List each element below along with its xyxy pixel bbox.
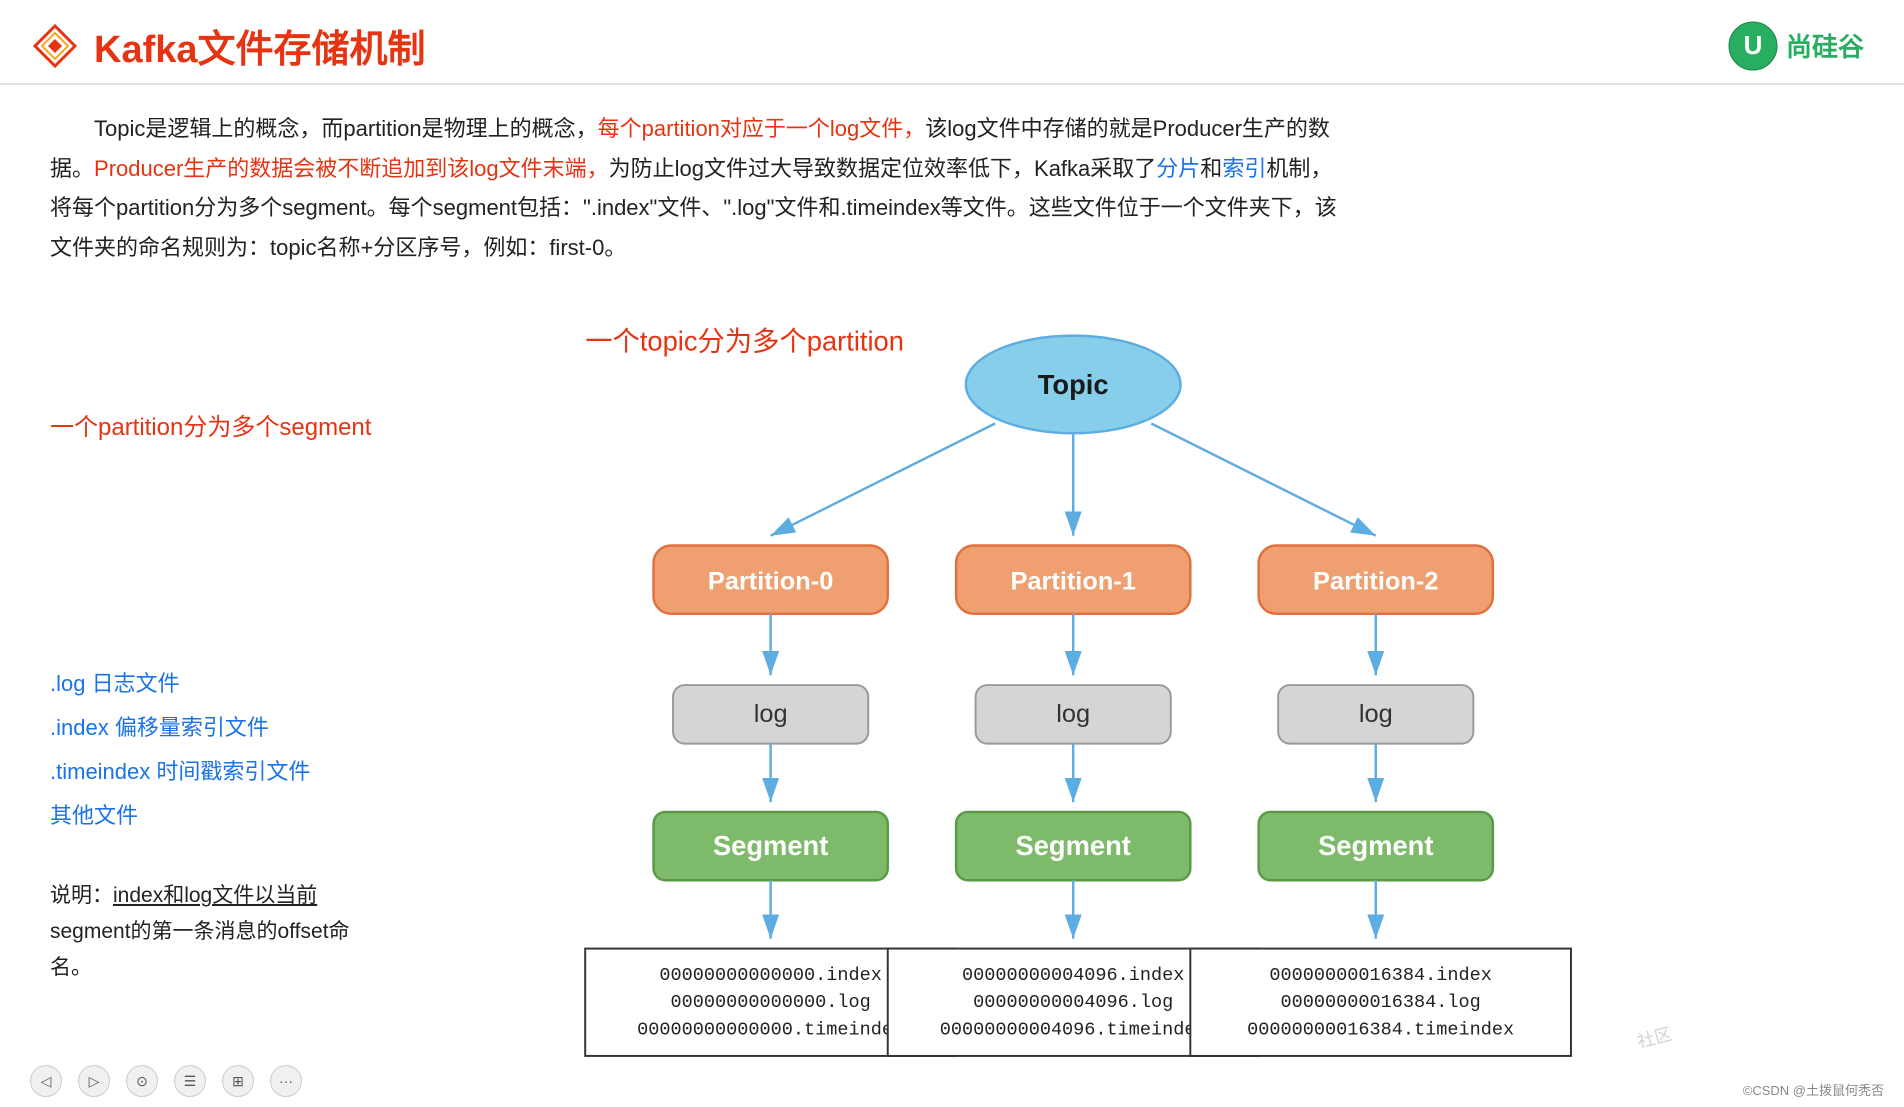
diagram-area: 一个partition分为多个segment .log 日志文件 .index … <box>50 287 1854 1087</box>
other-file-label: 其他文件 <box>50 794 390 838</box>
nav-menu-icon[interactable]: ☰ <box>174 1065 206 1097</box>
svg-text:00000000016384.log: 00000000016384.log <box>1281 993 1481 1014</box>
para-text-2: 该log文件中存储的就是Producer生产的数 <box>925 116 1330 141</box>
para-highlight-1: 每个partition对应于一个log文件， <box>598 116 926 141</box>
svg-text:log: log <box>754 701 788 729</box>
partition-label: 一个partition分为多个segment <box>50 407 390 442</box>
svg-text:00000000016384.timeindex: 00000000016384.timeindex <box>1247 1020 1514 1041</box>
svg-text:U: U <box>1744 30 1763 60</box>
svg-text:00000000004096.index: 00000000004096.index <box>962 965 1184 986</box>
note-label: 说明：index和log文件以当前 segment的第一条消息的offset命名… <box>50 878 390 985</box>
para-highlight-3: 分片 <box>1156 156 1200 181</box>
header-left: Kafka文件存储机制 <box>30 18 426 73</box>
svg-text:Partition-0: Partition-0 <box>708 568 833 596</box>
svg-text:Topic: Topic <box>1038 370 1109 401</box>
para-text-7: 将每个partition分为多个segment。每个segment包括：".in… <box>50 195 1337 220</box>
nav-home-icon[interactable]: ⊙ <box>126 1065 158 1097</box>
header: Kafka文件存储机制 U 尚硅谷 <box>0 0 1904 85</box>
svg-text:log: log <box>1359 701 1393 729</box>
para-text-8: 文件夹的命名规则为：topic名称+分区序号，例如：first-0。 <box>50 235 626 260</box>
nav-prev-icon[interactable]: ◁ <box>30 1065 62 1097</box>
svg-text:00000000000000.index: 00000000000000.index <box>659 965 881 986</box>
brand-logo: U 尚硅谷 <box>1728 21 1864 71</box>
svg-text:00000000016384.index: 00000000016384.index <box>1269 965 1491 986</box>
intro-paragraph: Topic是逻辑上的概念，而partition是物理上的概念，每个partiti… <box>50 109 1854 267</box>
svg-text:00000000004096.log: 00000000004096.log <box>973 993 1173 1014</box>
para-highlight-2: Producer生产的数据会被不断追加到该log文件末端， <box>94 156 609 181</box>
nav-more-icon[interactable]: ··· <box>270 1065 302 1097</box>
para-text-4: 为防止log文件过大导致数据定位效率低下，Kafka采取了 <box>609 156 1157 181</box>
bottom-nav: ◁ ▷ ⊙ ☰ ⊞ ··· <box>30 1065 302 1097</box>
svg-text:Segment: Segment <box>1016 830 1131 861</box>
svg-text:Partition-1: Partition-1 <box>1010 568 1135 596</box>
svg-text:log: log <box>1056 701 1090 729</box>
svg-text:Segment: Segment <box>1318 830 1433 861</box>
index-file-label: .index 偏移量索引文件 <box>50 706 390 750</box>
kafka-diagram: 一个topic分为多个partition Topic Partition-0 P… <box>390 287 1854 1087</box>
para-text-3: 据。 <box>50 156 94 181</box>
nav-zoom-icon[interactable]: ⊞ <box>222 1065 254 1097</box>
para-text-1: Topic是逻辑上的概念，而partition是物理上的概念， <box>50 116 598 141</box>
copyright-text: ©CSDN @土拨鼠何秃否 <box>1743 1083 1884 1098</box>
nav-play-icon[interactable]: ▷ <box>78 1065 110 1097</box>
svg-text:00000000000000.timeindex: 00000000000000.timeindex <box>637 1020 904 1041</box>
left-labels: 一个partition分为多个segment .log 日志文件 .index … <box>50 287 390 1087</box>
svg-text:一个topic分为多个partition: 一个topic分为多个partition <box>585 326 904 357</box>
svg-text:00000000004096.timeindex: 00000000004096.timeindex <box>940 1020 1207 1041</box>
note-underline: index和log文件以当前 <box>113 884 317 907</box>
svg-text:Partition-2: Partition-2 <box>1313 568 1438 596</box>
note-prefix: 说明： <box>50 884 113 907</box>
logo-icon <box>30 21 80 71</box>
brand-name: 尚硅谷 <box>1786 27 1864 64</box>
main-content: Topic是逻辑上的概念，而partition是物理上的概念，每个partiti… <box>0 85 1904 1107</box>
brand-icon: U <box>1728 21 1778 71</box>
page-title: Kafka文件存储机制 <box>94 18 426 73</box>
file-types: .log 日志文件 .index 偏移量索引文件 .timeindex 时间戳索… <box>50 662 390 838</box>
svg-text:00000000000000.log: 00000000000000.log <box>671 993 871 1014</box>
note-suffix: segment的第一条消息的offset命名。 <box>50 920 350 979</box>
para-text-5: 和 <box>1200 156 1222 181</box>
para-highlight-4: 索引 <box>1222 156 1266 181</box>
log-file-label: .log 日志文件 <box>50 662 390 706</box>
svg-text:社区: 社区 <box>1635 1024 1674 1052</box>
timeindex-file-label: .timeindex 时间戳索引文件 <box>50 750 390 794</box>
svg-text:Segment: Segment <box>713 830 828 861</box>
footer: ©CSDN @土拨鼠何秃否 <box>1743 1080 1884 1099</box>
para-text-6: 机制， <box>1266 156 1332 181</box>
